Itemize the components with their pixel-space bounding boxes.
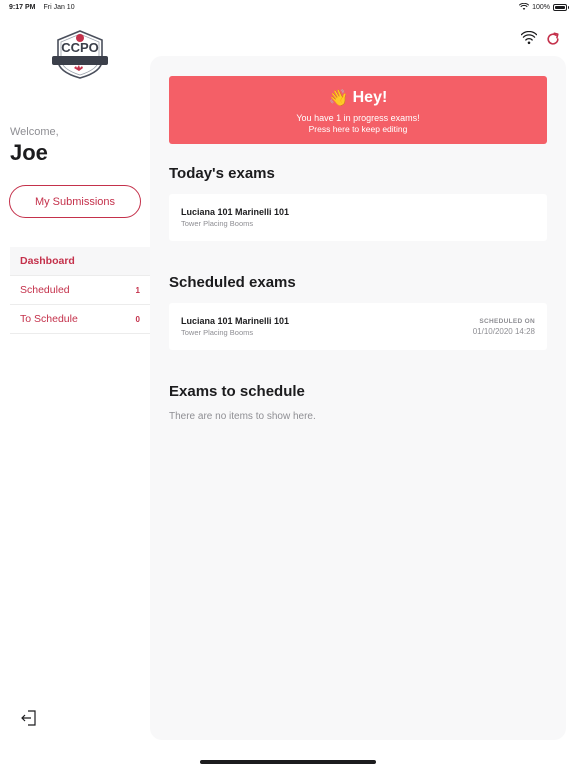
sidebar-item-count: 0 (135, 314, 140, 324)
exams-to-schedule-title: Exams to schedule (169, 383, 305, 400)
scheduled-on-label: SCHEDULED ON (479, 318, 535, 325)
sidebar-nav: Dashboard Scheduled 1 To Schedule 0 (10, 247, 150, 334)
empty-state-text: There are no items to show here. (169, 411, 316, 422)
main-panel: 👋 Hey! You have 1 in progress exams! Pre… (150, 56, 566, 740)
status-right: 100% (519, 3, 569, 11)
scheduled-exam-card[interactable]: Luciana 101 Marinelli 101 Tower Placing … (169, 303, 547, 350)
status-bar: 9:17 PM Fri Jan 10 100% (0, 0, 576, 14)
battery-percent: 100% (532, 3, 550, 11)
banner-message: You have 1 in progress exams! (296, 113, 420, 123)
sidebar-item-label: Dashboard (20, 255, 75, 267)
scheduled-on-value: 01/10/2020 14:28 (472, 327, 535, 336)
wifi-status-icon (519, 3, 530, 10)
exam-type: Tower Placing Booms (181, 219, 254, 228)
battery-icon (553, 3, 569, 11)
todays-exam-card[interactable]: Luciana 101 Marinelli 101 Tower Placing … (169, 194, 547, 241)
sidebar: CCPO Welcome, Joe My Submissions Dashboa… (0, 14, 150, 768)
wifi-icon[interactable] (521, 31, 537, 45)
sidebar-item-to-schedule[interactable]: To Schedule 0 (10, 305, 150, 334)
waving-hand-icon: 👋 (328, 90, 349, 107)
sidebar-item-scheduled[interactable]: Scheduled 1 (10, 276, 150, 305)
logo-text: CCPO (61, 40, 99, 55)
my-submissions-button[interactable]: My Submissions (9, 185, 141, 218)
todays-exams-title: Today's exams (169, 165, 275, 182)
welcome-label: Welcome, (10, 126, 59, 138)
refresh-icon[interactable] (546, 32, 560, 46)
sidebar-item-label: To Schedule (20, 313, 78, 325)
sidebar-item-dashboard[interactable]: Dashboard (10, 247, 150, 276)
banner-title: 👋 Hey! (169, 88, 547, 108)
username: Joe (10, 140, 48, 165)
scheduled-info: SCHEDULED ON 01/10/2020 14:28 (473, 318, 535, 336)
scheduled-exams-title: Scheduled exams (169, 274, 296, 291)
banner-hint: Press here to keep editing (308, 124, 408, 134)
in-progress-banner[interactable]: 👋 Hey! You have 1 in progress exams! Pre… (169, 76, 547, 144)
banner-title-text: Hey! (352, 89, 388, 106)
logout-icon[interactable] (20, 709, 38, 727)
sidebar-item-label: Scheduled (20, 284, 70, 296)
exam-candidate-name: Luciana 101 Marinelli 101 (181, 207, 290, 217)
status-date: Fri Jan 10 (43, 3, 75, 11)
sidebar-item-count: 1 (135, 285, 140, 295)
battery-fill (555, 5, 565, 9)
home-indicator (200, 760, 376, 764)
status-time: 9:17 PM (9, 3, 36, 11)
